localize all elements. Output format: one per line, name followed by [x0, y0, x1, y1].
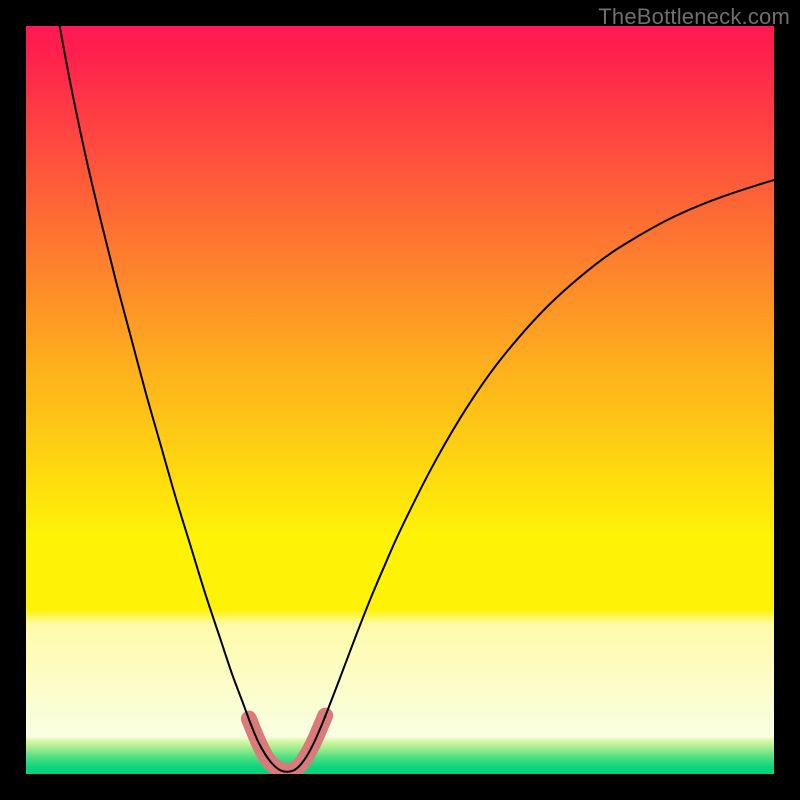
chart-svg: [26, 26, 774, 774]
chart-background: [26, 26, 774, 774]
watermark-text: TheBottleneck.com: [598, 4, 790, 30]
chart-frame: TheBottleneck.com: [0, 0, 800, 800]
chart-plot: [26, 26, 774, 774]
